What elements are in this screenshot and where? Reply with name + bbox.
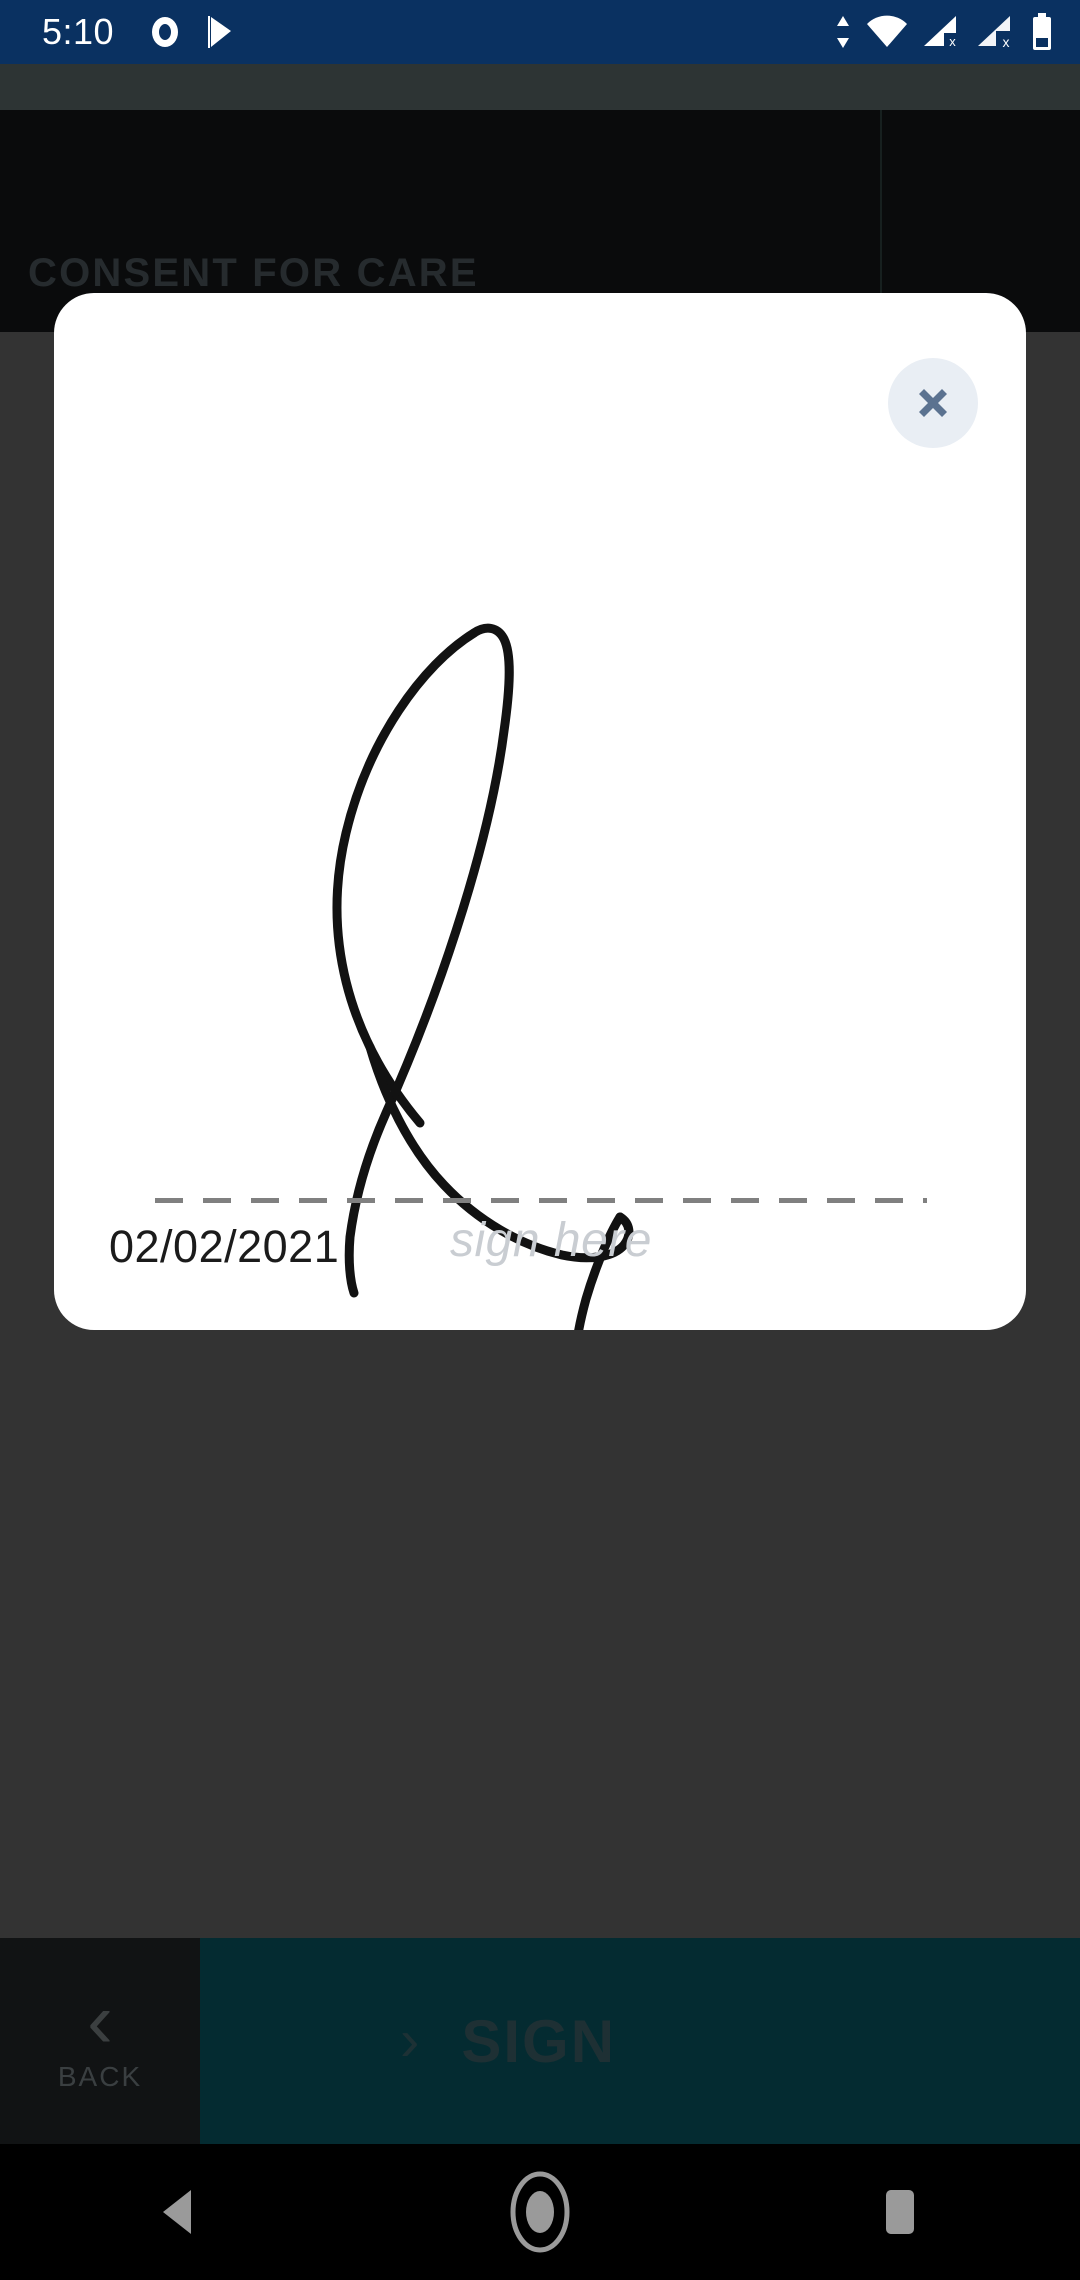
signature-date: 02/02/2021 [109,1221,340,1272]
phone-screen: 5:10 x x CONSENT FOR CARE ‹ BACK › SIGN … [0,0,1080,2280]
nav-home-icon [510,2171,570,2253]
back-button[interactable]: ‹ BACK [0,1938,200,2144]
nav-back-icon [163,2190,191,2234]
nav-home-button[interactable] [460,2144,620,2280]
wifi-icon [867,15,907,47]
chevron-right-icon: › [400,2007,420,2073]
cell-signal-2-no-sim-icon: x [978,16,1016,50]
signature-dialog: 02/02/2021 sign here Clear Sign [54,293,1026,1330]
android-nav-bar [0,2144,1080,2280]
status-right-icons: x x [834,13,1054,51]
sign-nav-label: SIGN [461,2007,617,2075]
status-bar: 5:10 x x [0,0,1080,64]
circle-record-icon [152,17,179,47]
data-transfer-icon [837,16,849,48]
svg-text:x: x [1003,34,1010,50]
signature-dashed-line [155,1198,927,1203]
nav-recents-icon [886,2190,914,2234]
sign-nav-button[interactable]: › SIGN [200,1938,1080,2144]
status-time: 5:10 [42,11,115,52]
signature-canvas[interactable] [54,293,1026,1330]
chevron-left-icon: ‹ [87,1975,113,2064]
status-left-icons [148,14,238,50]
background-top-band [0,64,1080,110]
cell-signal-no-sim-icon: x [924,16,961,49]
app-bottom-bar: ‹ BACK › SIGN [0,1938,1080,2144]
nav-recents-button[interactable] [820,2144,980,2280]
back-button-label: BACK [57,2061,143,2093]
battery-icon [1033,13,1051,50]
nav-back-button[interactable] [100,2144,260,2280]
sign-here-placeholder: sign here [450,1214,652,1267]
play-store-icon [208,16,232,48]
svg-text:x: x [949,34,956,49]
